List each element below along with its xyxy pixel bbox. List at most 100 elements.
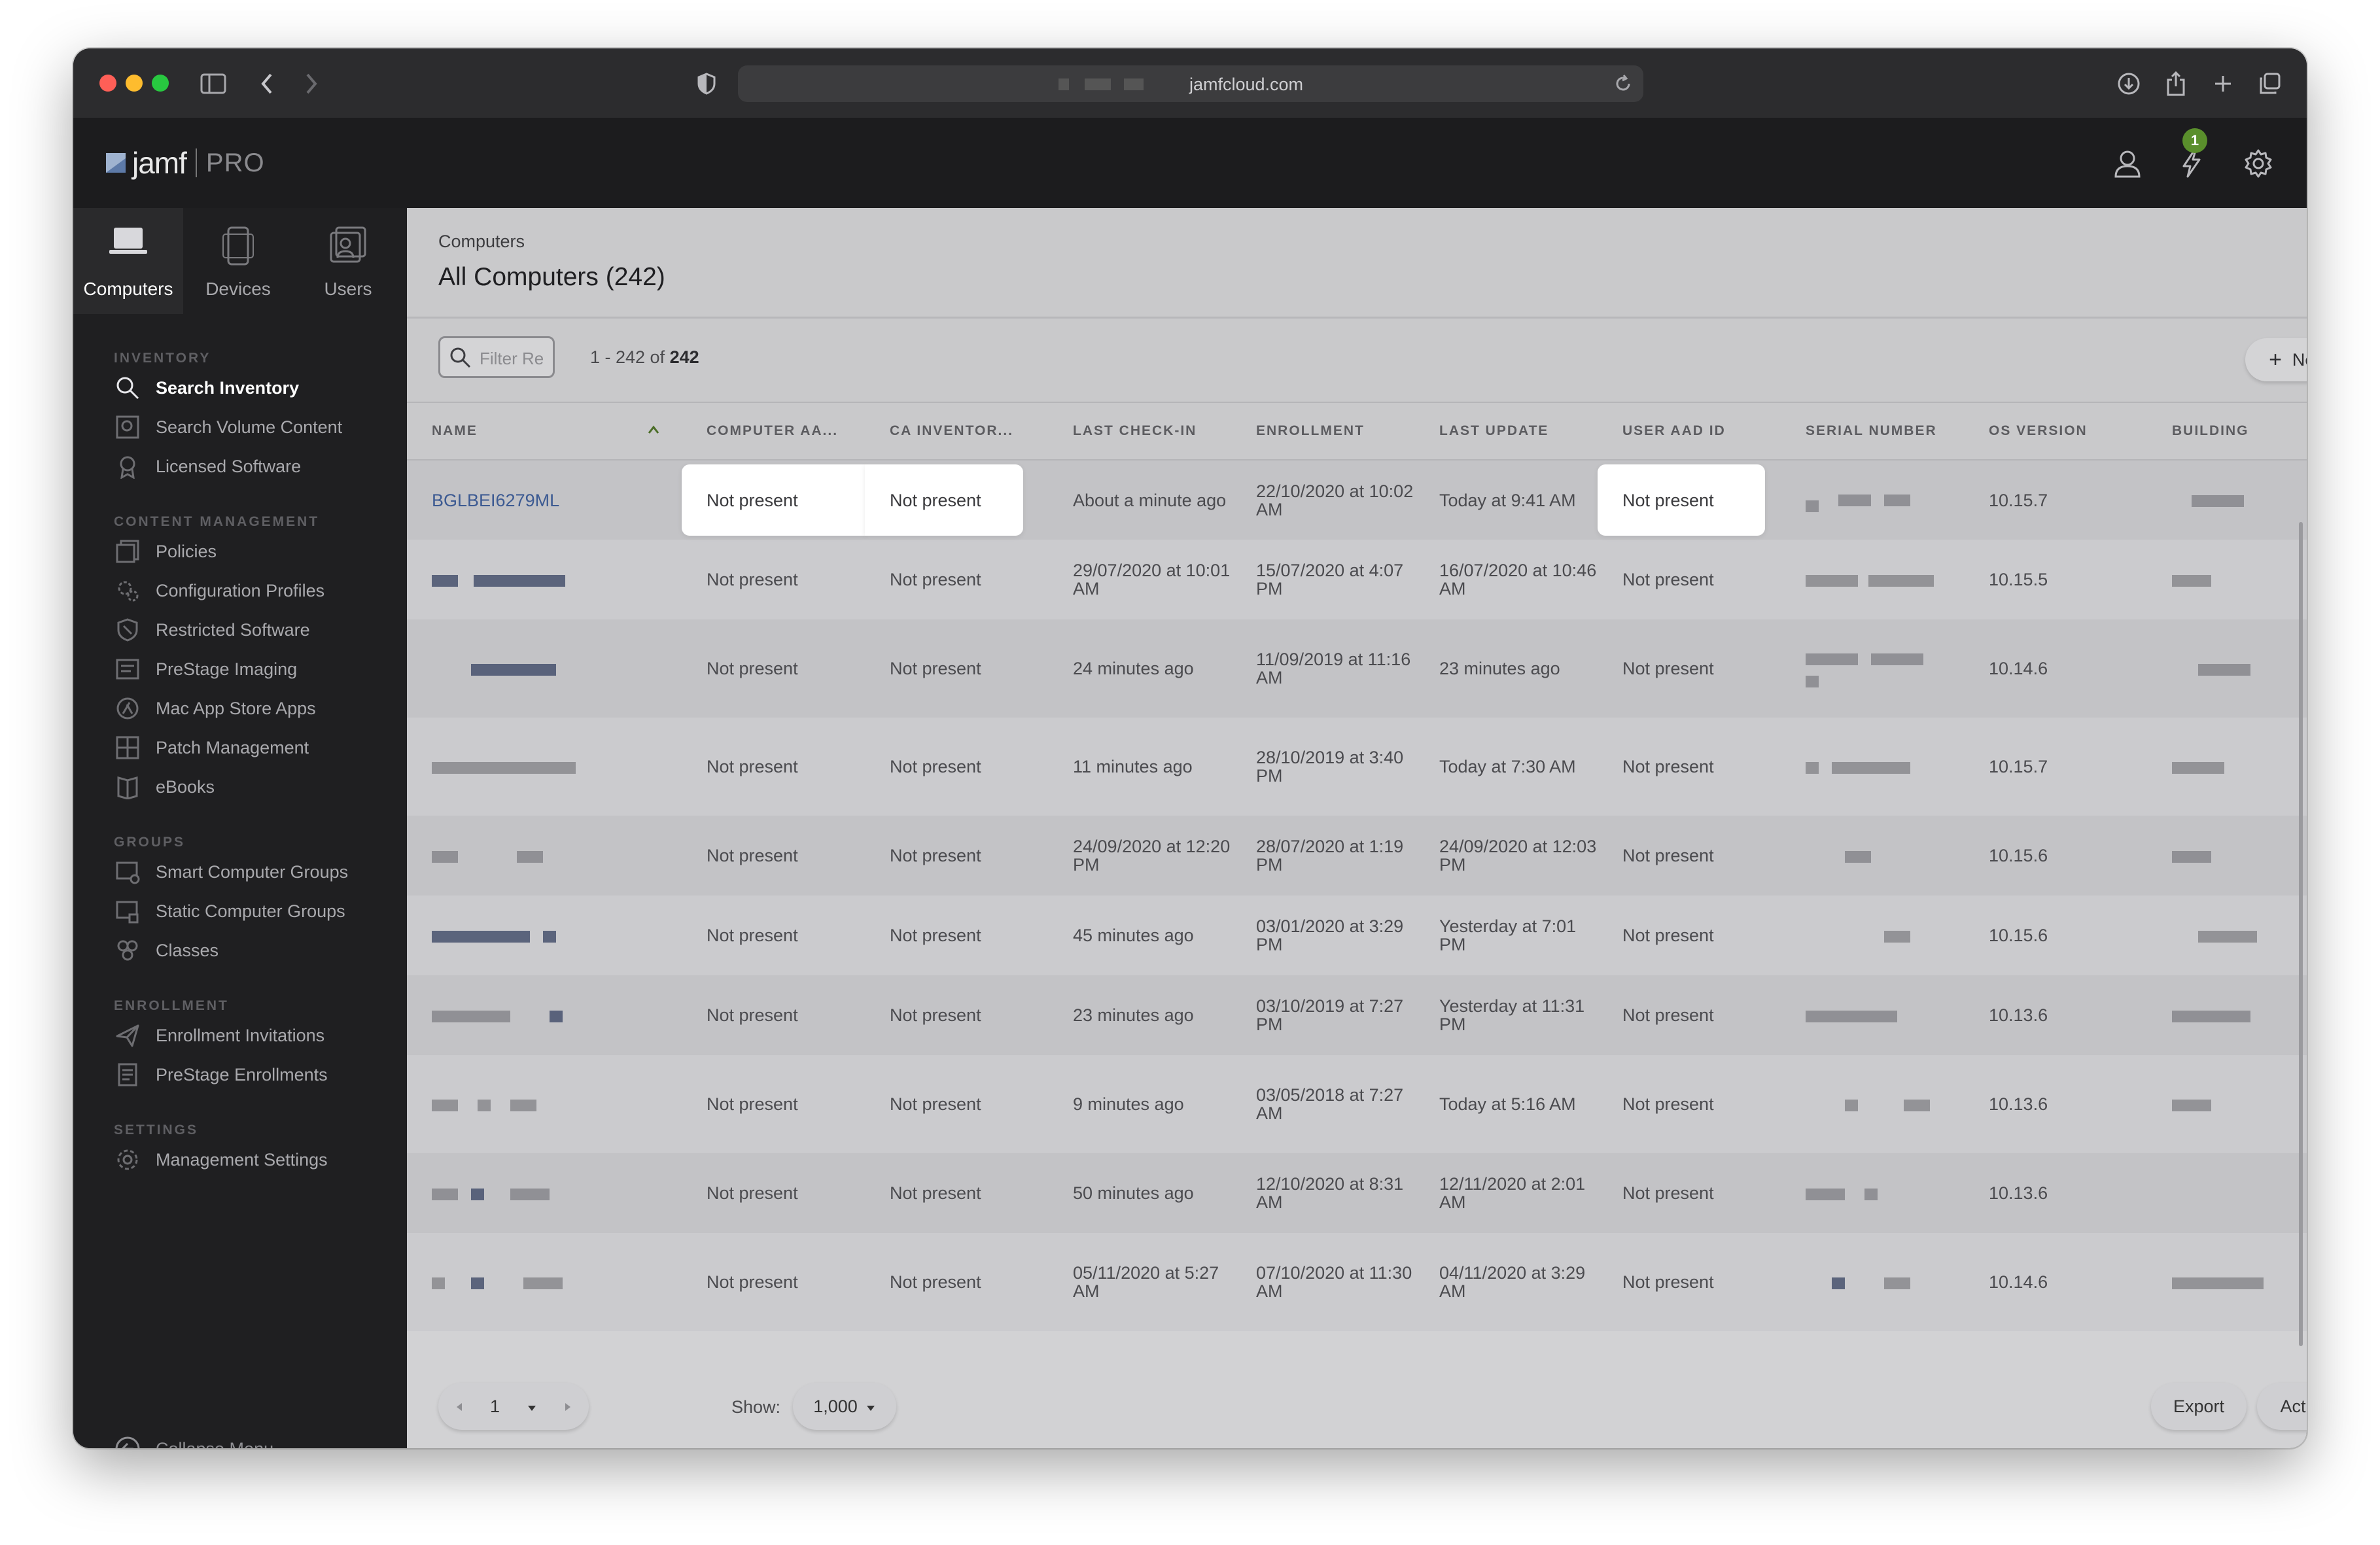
building-cell xyxy=(2147,460,2307,540)
sort-ascending-icon[interactable] xyxy=(648,423,659,438)
computer-name-link[interactable] xyxy=(407,1153,682,1233)
sidebar-item-classes[interactable]: Classes xyxy=(114,935,219,965)
column-header-computer-aad[interactable]: COMPUTER AA... xyxy=(682,402,865,460)
previous-page-icon[interactable] xyxy=(455,1397,463,1417)
sidebar-item-restricted-software[interactable]: Restricted Software xyxy=(114,615,310,645)
sidebar-item-label: Search Volume Content xyxy=(156,417,343,437)
sidebar-item-prestage-imaging[interactable]: PreStage Imaging xyxy=(114,654,297,684)
tab-users[interactable]: Users xyxy=(293,208,403,314)
pagination-control[interactable]: 1 xyxy=(438,1383,589,1430)
os-version-cell: 10.13.6 xyxy=(1989,1183,2048,1203)
column-header-ca-inventory[interactable]: CA INVENTOR... xyxy=(865,402,1048,460)
table-row[interactable]: Not present Not present 29/07/2020 at 10… xyxy=(407,540,2307,619)
redacted-block xyxy=(2172,574,2211,587)
share-icon[interactable] xyxy=(2158,65,2194,102)
collapse-menu-button[interactable]: Collapse Menu xyxy=(114,1435,273,1448)
sidebar-item-ebooks[interactable]: eBooks xyxy=(114,772,215,802)
column-header-last-update[interactable]: LAST UPDATE xyxy=(1414,402,1598,460)
computer-name-link[interactable] xyxy=(407,1233,682,1331)
sidebar: Computers Devices Users INVENTORY Search… xyxy=(73,208,407,1448)
computer-name-link[interactable]: BGLBEI6279ML xyxy=(407,460,682,540)
table-row[interactable]: Not present Not present 9 minutes ago 03… xyxy=(407,1055,2307,1153)
vertical-scrollbar[interactable] xyxy=(2299,522,2303,1346)
table-row[interactable]: Not present Not present 11 minutes ago 2… xyxy=(407,718,2307,816)
sidebar-item-licensed-software[interactable]: Licensed Software xyxy=(114,451,301,481)
building-cell xyxy=(2147,718,2307,816)
redacted-name xyxy=(517,850,543,863)
tab-devices[interactable]: Devices xyxy=(183,208,293,314)
gear-icon xyxy=(114,1146,141,1173)
sidebar-item-policies[interactable]: Policies xyxy=(114,536,217,566)
sidebar-item-search-inventory[interactable]: Search Inventory xyxy=(114,373,299,403)
sidebar-item-management-settings[interactable]: Management Settings xyxy=(114,1145,328,1175)
sidebar-item-static-computer-groups[interactable]: Static Computer Groups xyxy=(114,896,345,926)
computer-name-link[interactable] xyxy=(407,1055,682,1153)
breadcrumb[interactable]: Computers xyxy=(438,232,525,252)
sidebar-item-smart-computer-groups[interactable]: Smart Computer Groups xyxy=(114,857,348,887)
new-tab-icon[interactable] xyxy=(2205,65,2241,102)
minimize-window-button[interactable] xyxy=(126,75,143,92)
table-row[interactable]: Not present Not present 24 minutes ago 1… xyxy=(407,619,2307,718)
new-button[interactable]: + New xyxy=(2245,338,2307,381)
table-row[interactable]: Not present Not present 24/09/2020 at 12… xyxy=(407,816,2307,895)
column-header-name[interactable]: NAME xyxy=(407,402,682,460)
zoom-window-button[interactable] xyxy=(152,75,169,92)
table-row[interactable]: Not present Not present 45 minutes ago 0… xyxy=(407,895,2307,975)
user-account-icon[interactable] xyxy=(2112,148,2146,182)
computer-name-link[interactable] xyxy=(407,540,682,619)
address-bar[interactable]: jamfcloud.com xyxy=(738,65,1643,102)
sidebar-item-label: PreStage Imaging xyxy=(156,659,298,679)
table-row[interactable]: Not present Not present 23 minutes ago 0… xyxy=(407,975,2307,1055)
user-aad-id-cell: Not present xyxy=(1622,1094,1714,1114)
redacted-block xyxy=(2172,1277,2264,1289)
computer-name-link[interactable] xyxy=(407,718,682,816)
redacted-name xyxy=(510,1099,536,1111)
close-window-button[interactable] xyxy=(99,75,116,92)
computer-name-link[interactable] xyxy=(407,619,682,718)
redacted-name xyxy=(523,1277,563,1289)
column-header-last-check-in[interactable]: LAST CHECK-IN xyxy=(1048,402,1231,460)
sidebar-item-search-volume-content[interactable]: Search Volume Content xyxy=(114,412,342,442)
computer-name-link[interactable] xyxy=(407,975,682,1055)
computer-name-link[interactable] xyxy=(407,816,682,895)
os-version-cell: 10.14.6 xyxy=(1989,659,2048,678)
forward-icon[interactable] xyxy=(293,65,330,102)
building-cell xyxy=(2147,619,2307,718)
static-group-icon xyxy=(114,897,141,925)
sidebar-item-mac-app-store-apps[interactable]: Mac App Store Apps xyxy=(114,693,316,723)
reload-icon[interactable] xyxy=(1613,74,1633,97)
computer-name-link[interactable] xyxy=(407,895,682,975)
table-row[interactable]: Not present Not present 50 minutes ago 1… xyxy=(407,1153,2307,1233)
action-button[interactable]: Action xyxy=(2257,1383,2307,1430)
sidebar-item-enrollment-invitations[interactable]: Enrollment Invitations xyxy=(114,1020,324,1050)
sidebar-item-configuration-profiles[interactable]: Configuration Profiles xyxy=(114,576,324,606)
filter-input[interactable]: Filter Re xyxy=(438,336,555,378)
show-count-select[interactable]: 1,000 xyxy=(793,1383,896,1430)
next-page-icon[interactable] xyxy=(564,1397,572,1417)
settings-gear-icon[interactable] xyxy=(2243,148,2277,182)
download-icon[interactable] xyxy=(2110,65,2147,102)
sidebar-item-patch-management[interactable]: Patch Management xyxy=(114,733,309,763)
sidebar-item-prestage-enrollments[interactable]: PreStage Enrollments xyxy=(114,1060,328,1090)
tab-computers[interactable]: Computers xyxy=(73,208,183,314)
column-header-os-version[interactable]: OS VERSION xyxy=(1964,402,2147,460)
table-row[interactable]: Not present Not present 05/11/2020 at 5:… xyxy=(407,1233,2307,1331)
redacted-block xyxy=(1832,1277,1845,1289)
sidebar-toggle-icon[interactable] xyxy=(195,65,232,102)
back-icon[interactable] xyxy=(249,65,285,102)
sidebar-item-label: Policies xyxy=(156,541,217,561)
section-groups: GROUPS xyxy=(114,835,186,850)
ca-inventory-cell: Not present xyxy=(890,570,981,589)
column-header-serial-number[interactable]: SERIAL NUMBER xyxy=(1781,402,1964,460)
page-dropdown-icon[interactable] xyxy=(527,1397,537,1417)
building-cell xyxy=(2147,895,2307,975)
jamf-logo[interactable]: jamf PRO xyxy=(106,145,265,181)
export-button[interactable]: Export xyxy=(2151,1383,2247,1430)
column-header-building[interactable]: BUILDING xyxy=(2147,402,2307,460)
privacy-shield-icon[interactable] xyxy=(688,65,725,102)
column-header-enrollment[interactable]: ENROLLMENT xyxy=(1231,402,1414,460)
table-row[interactable]: BGLBEI6279ML Not present Not present Abo… xyxy=(407,460,2307,540)
redacted-name xyxy=(478,1099,491,1111)
column-header-user-aad-id[interactable]: USER AAD ID xyxy=(1598,402,1781,460)
tab-overview-icon[interactable] xyxy=(2252,65,2288,102)
